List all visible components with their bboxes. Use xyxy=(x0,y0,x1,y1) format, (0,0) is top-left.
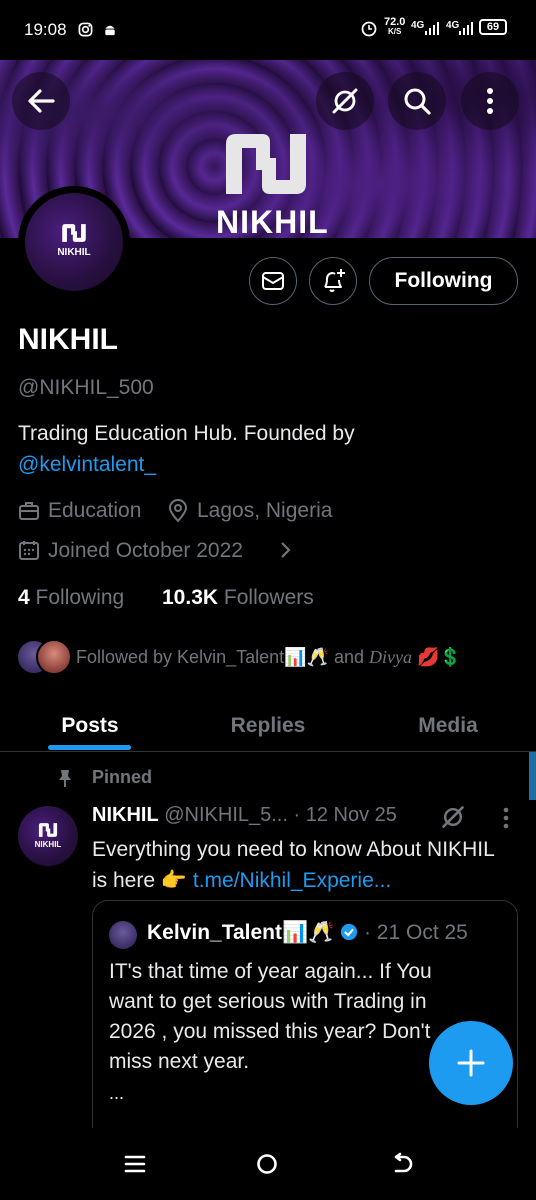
quote-author-name: Kelvin_Talent📊🥂 xyxy=(147,921,335,944)
battery-icon: 69 xyxy=(479,19,507,35)
profile-bio: Trading Education Hub. Founded by xyxy=(18,422,355,445)
followers-label: Followers xyxy=(223,586,314,609)
profile-display-name: NIKHIL xyxy=(18,323,118,356)
banner-logo-text: NIKHIL xyxy=(216,204,329,240)
follower-avatar-2 xyxy=(36,639,72,675)
quote-text: IT's that time of year again... If You w… xyxy=(109,960,432,1073)
network-speed: 72.0 K/S xyxy=(384,16,406,37)
more-options-button[interactable] xyxy=(461,72,519,130)
tab-replies[interactable]: Replies xyxy=(208,700,328,752)
home-icon[interactable] xyxy=(256,1153,278,1180)
post-link[interactable]: t.me/Nikhil_Experie... xyxy=(193,869,391,892)
android-icon xyxy=(102,22,118,40)
back-button[interactable] xyxy=(12,72,70,130)
active-tab-indicator xyxy=(48,745,131,750)
pin-icon xyxy=(56,768,74,793)
grok-button[interactable] xyxy=(316,72,374,130)
post-author-handle[interactable]: @NIKHIL_5... xyxy=(164,804,288,826)
followers-count: 10.3K xyxy=(162,586,219,609)
post-avatar-logo-icon xyxy=(38,823,58,837)
avatar-logo-icon xyxy=(62,224,86,242)
arrow-left-icon xyxy=(28,89,55,113)
network-type-1: 4G xyxy=(411,20,425,31)
recents-icon[interactable] xyxy=(124,1154,146,1179)
banner-logo-icon xyxy=(222,130,310,198)
briefcase-icon xyxy=(18,500,40,527)
following-button[interactable]: Following xyxy=(369,257,518,305)
bio-mention-link[interactable]: @kelvintalent_ xyxy=(18,453,156,477)
quote-date: · 21 Oct 25 xyxy=(363,921,468,944)
quote-ellipsis: ... xyxy=(109,1083,125,1103)
quote-header: Kelvin_Talent📊🥂 · 21 Oct 25 xyxy=(147,921,468,945)
post-header: NIKHIL @NIKHIL_5... · 12 Nov 25 xyxy=(92,804,397,827)
signal-icon-2 xyxy=(458,20,474,41)
chevron-right-icon[interactable] xyxy=(278,540,292,565)
calendar-icon xyxy=(18,539,40,566)
quoted-post[interactable]: Kelvin_Talent📊🥂 · 21 Oct 25 IT's that ti… xyxy=(92,900,518,1142)
alarm-icon xyxy=(360,19,378,42)
location-pin-icon xyxy=(168,499,188,528)
profile-category: Education xyxy=(48,499,142,522)
compose-fab-button[interactable] xyxy=(429,1021,513,1105)
signal-icon xyxy=(424,20,440,41)
post-text: Everything you need to know About NIKHIL… xyxy=(92,838,494,892)
tab-media[interactable]: Media xyxy=(388,700,508,752)
followed-by-text[interactable]: Followed by Kelvin_Talent📊🥂 and Divya 💋💲 xyxy=(76,647,462,668)
post-author-avatar[interactable]: NIKHIL xyxy=(18,806,78,866)
post-date: · 12 Nov 25 xyxy=(293,804,397,826)
back-nav-icon[interactable] xyxy=(390,1152,414,1181)
status-bar: 19:08 72.0 K/S 4G 4G 69 xyxy=(0,0,536,60)
post-author-name[interactable]: NIKHIL xyxy=(92,804,159,826)
tabs-divider xyxy=(0,751,536,752)
more-vertical-icon xyxy=(487,88,493,114)
grok-icon xyxy=(332,88,358,114)
plus-icon xyxy=(457,1049,485,1077)
search-icon xyxy=(404,88,431,115)
instagram-icon xyxy=(78,22,93,40)
following-count: 4 xyxy=(18,586,30,609)
bell-plus-icon xyxy=(324,269,345,292)
scrollbar[interactable] xyxy=(529,752,536,800)
post-more-icon[interactable] xyxy=(502,806,510,835)
envelope-icon xyxy=(262,272,284,290)
message-button[interactable] xyxy=(249,257,297,305)
post-avatar-logo-text: NIKHIL xyxy=(34,840,62,849)
post-grok-icon[interactable] xyxy=(440,804,466,835)
following-count-link[interactable]: 4 Following xyxy=(18,586,124,610)
pinned-label: Pinned xyxy=(92,767,153,787)
followers-count-link[interactable]: 10.3K Followers xyxy=(162,586,314,610)
profile-handle: @NIKHIL_500 xyxy=(18,376,154,399)
verified-badge-icon xyxy=(340,921,358,944)
avatar-logo-text: NIKHIL xyxy=(57,247,91,258)
system-nav-bar xyxy=(0,1128,536,1200)
status-time: 19:08 xyxy=(24,20,67,39)
profile-location: Lagos, Nigeria xyxy=(197,499,333,522)
profile-joined-date: Joined October 2022 xyxy=(48,539,243,562)
following-label: Following xyxy=(35,586,125,609)
search-button[interactable] xyxy=(388,72,446,130)
profile-avatar[interactable]: NIKHIL xyxy=(18,186,130,298)
notifications-button[interactable] xyxy=(309,257,357,305)
quote-author-avatar xyxy=(109,921,137,949)
